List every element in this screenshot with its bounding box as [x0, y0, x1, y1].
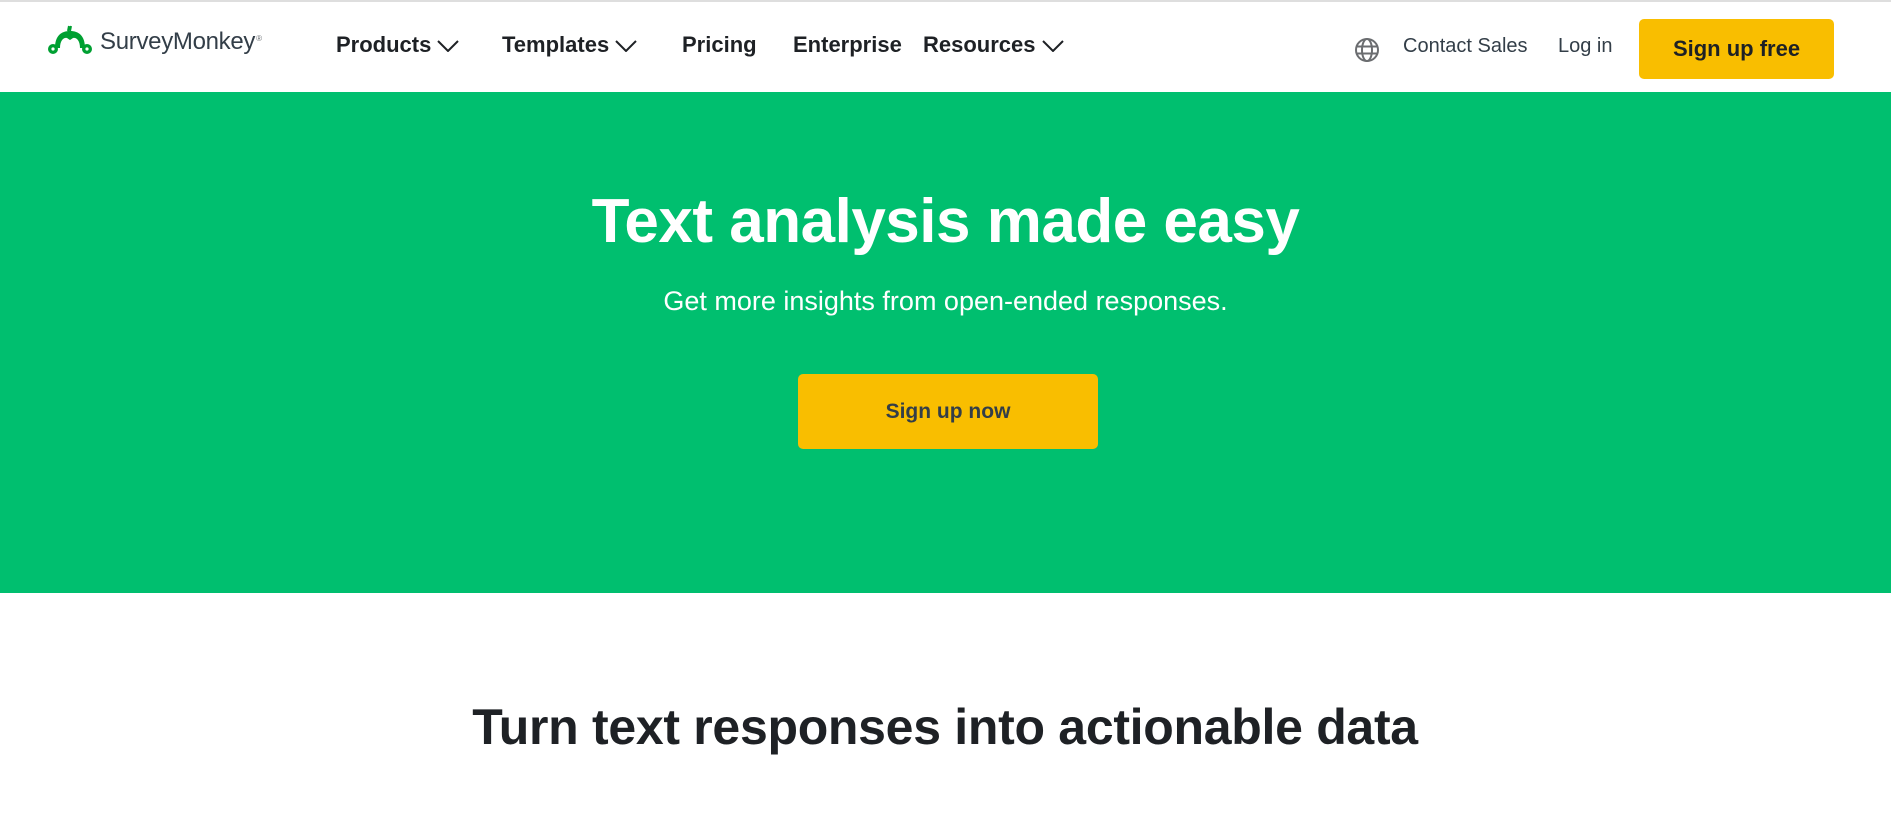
hero-banner: Text analysis made easy Get more insight… — [0, 92, 1891, 593]
nav-templates[interactable]: Templates — [502, 30, 637, 60]
chevron-down-icon — [615, 40, 637, 52]
registered-mark: ® — [256, 33, 263, 43]
hero-title: Text analysis made easy — [591, 187, 1300, 256]
nav-products-label: Products — [336, 32, 432, 57]
chevron-down-icon — [1041, 40, 1064, 52]
nav-resources[interactable]: Resources — [923, 30, 1064, 60]
nav-pricing-label: Pricing — [682, 32, 757, 57]
sign-up-free-button[interactable]: Sign up free — [1639, 19, 1834, 79]
contact-sales-link[interactable]: Contact Sales — [1403, 35, 1528, 58]
hero-subtitle: Get more insights from open-ended respon… — [663, 286, 1228, 316]
section-heading: Turn text responses into actionable data — [472, 699, 1418, 755]
nav-products[interactable]: Products — [336, 30, 460, 60]
surveymonkey-logo[interactable]: SurveyMonkey ® — [47, 22, 262, 62]
nav-enterprise-label: Enterprise — [793, 32, 902, 57]
site-header: SurveyMonkey ® Products Templates Pricing… — [0, 2, 1891, 92]
nav-resources-label: Resources — [923, 32, 1036, 57]
nav-enterprise[interactable]: Enterprise — [793, 30, 902, 60]
chevron-down-icon — [437, 40, 460, 52]
logo-wordmark: SurveyMonkey — [100, 28, 256, 55]
globe-icon[interactable] — [1354, 37, 1380, 63]
nav-templates-label: Templates — [502, 32, 610, 57]
sign-up-now-button[interactable]: Sign up now — [798, 374, 1098, 449]
monkey-head-icon — [48, 25, 92, 54]
nav-pricing[interactable]: Pricing — [682, 30, 757, 60]
login-link[interactable]: Log in — [1558, 35, 1613, 58]
